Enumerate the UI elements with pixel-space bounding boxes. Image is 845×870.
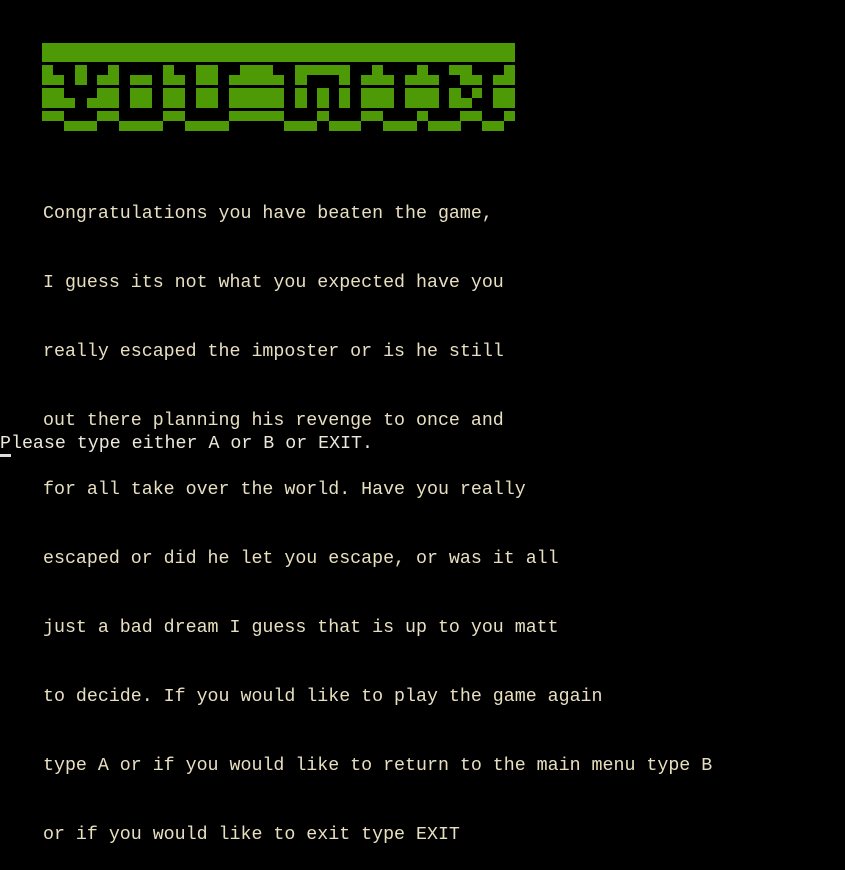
banner-block	[417, 111, 428, 121]
banner-block	[317, 111, 329, 121]
banner-block	[163, 65, 174, 75]
banner-block	[372, 65, 383, 75]
banner-block	[163, 88, 185, 98]
message-line: just a bad dream I guess that is up to y…	[43, 618, 559, 638]
banner-block	[504, 65, 515, 75]
message-line: out there planning his revenge to once a…	[43, 411, 504, 431]
banner-block	[130, 98, 152, 108]
banner-block	[42, 65, 53, 75]
banner-block	[449, 88, 461, 98]
banner-block	[42, 88, 64, 98]
banner-block	[295, 88, 307, 98]
banner-block	[130, 75, 152, 85]
banner-block	[42, 98, 75, 108]
banner-block	[163, 75, 185, 85]
banner-block	[97, 111, 119, 121]
banner-block	[196, 65, 218, 75]
message-line: really escaped the imposter or is he sti…	[43, 342, 504, 362]
banner-block	[383, 121, 417, 131]
banner-block	[108, 65, 119, 75]
banner-block	[196, 75, 218, 85]
banner-block	[295, 75, 307, 85]
banner-block	[460, 75, 482, 85]
banner-block	[460, 111, 482, 121]
banner-block	[97, 75, 119, 85]
banner-block	[361, 111, 383, 121]
banner-block	[295, 98, 307, 108]
message-line: to decide. If you would like to play the…	[43, 687, 603, 707]
banner-block	[504, 111, 515, 121]
banner-block	[42, 43, 515, 62]
banner-block	[229, 88, 284, 98]
banner-block	[196, 88, 218, 98]
banner-block	[361, 98, 394, 108]
banner-block	[42, 75, 64, 85]
message-line: type A or if you would like to return to…	[43, 756, 713, 776]
banner-block	[284, 121, 317, 131]
banner-block	[361, 75, 394, 85]
message-line: or if you would like to exit type EXIT	[43, 825, 460, 845]
banner-block	[339, 98, 350, 108]
banner-block	[119, 121, 163, 131]
banner-block	[405, 88, 439, 98]
banner-block	[339, 88, 350, 98]
banner-block	[163, 111, 185, 121]
banner-block	[87, 98, 119, 108]
banner-block	[449, 65, 472, 75]
banner-block	[482, 121, 504, 131]
message-line: escaped or did he let you escape, or was…	[43, 549, 559, 569]
banner-block	[42, 111, 64, 121]
banner-block	[97, 88, 119, 98]
banner-block	[417, 65, 428, 75]
banner-block	[75, 65, 87, 75]
ascii-art-banner	[42, 43, 515, 131]
banner-block	[75, 75, 87, 85]
banner-block	[493, 98, 515, 108]
message-line: for all take over the world. Have you re…	[43, 480, 526, 500]
banner-block	[229, 98, 284, 108]
banner-block	[163, 98, 185, 108]
banner-block	[64, 121, 97, 131]
banner-block	[339, 75, 350, 85]
banner-block	[361, 88, 394, 98]
message-line: I guess its not what you expected have y…	[43, 273, 504, 293]
banner-block	[428, 121, 461, 131]
banner-block	[130, 88, 152, 98]
message-line: Congratulations you have beaten the game…	[43, 204, 493, 224]
banner-block	[229, 75, 284, 85]
banner-block	[449, 98, 472, 108]
banner-block	[405, 75, 439, 85]
banner-block	[493, 75, 515, 85]
banner-block	[317, 98, 329, 108]
banner-block	[185, 121, 229, 131]
banner-block	[329, 121, 361, 131]
input-prompt: Please type either A or B or EXIT.	[0, 434, 373, 454]
banner-block	[196, 98, 218, 108]
banner-block	[405, 98, 439, 108]
banner-block	[493, 88, 515, 98]
banner-block	[240, 65, 273, 75]
banner-block	[317, 88, 329, 98]
banner-block	[229, 111, 284, 121]
banner-block	[472, 88, 482, 98]
ending-message: Congratulations you have beaten the game…	[43, 157, 712, 870]
banner-block	[295, 65, 350, 75]
